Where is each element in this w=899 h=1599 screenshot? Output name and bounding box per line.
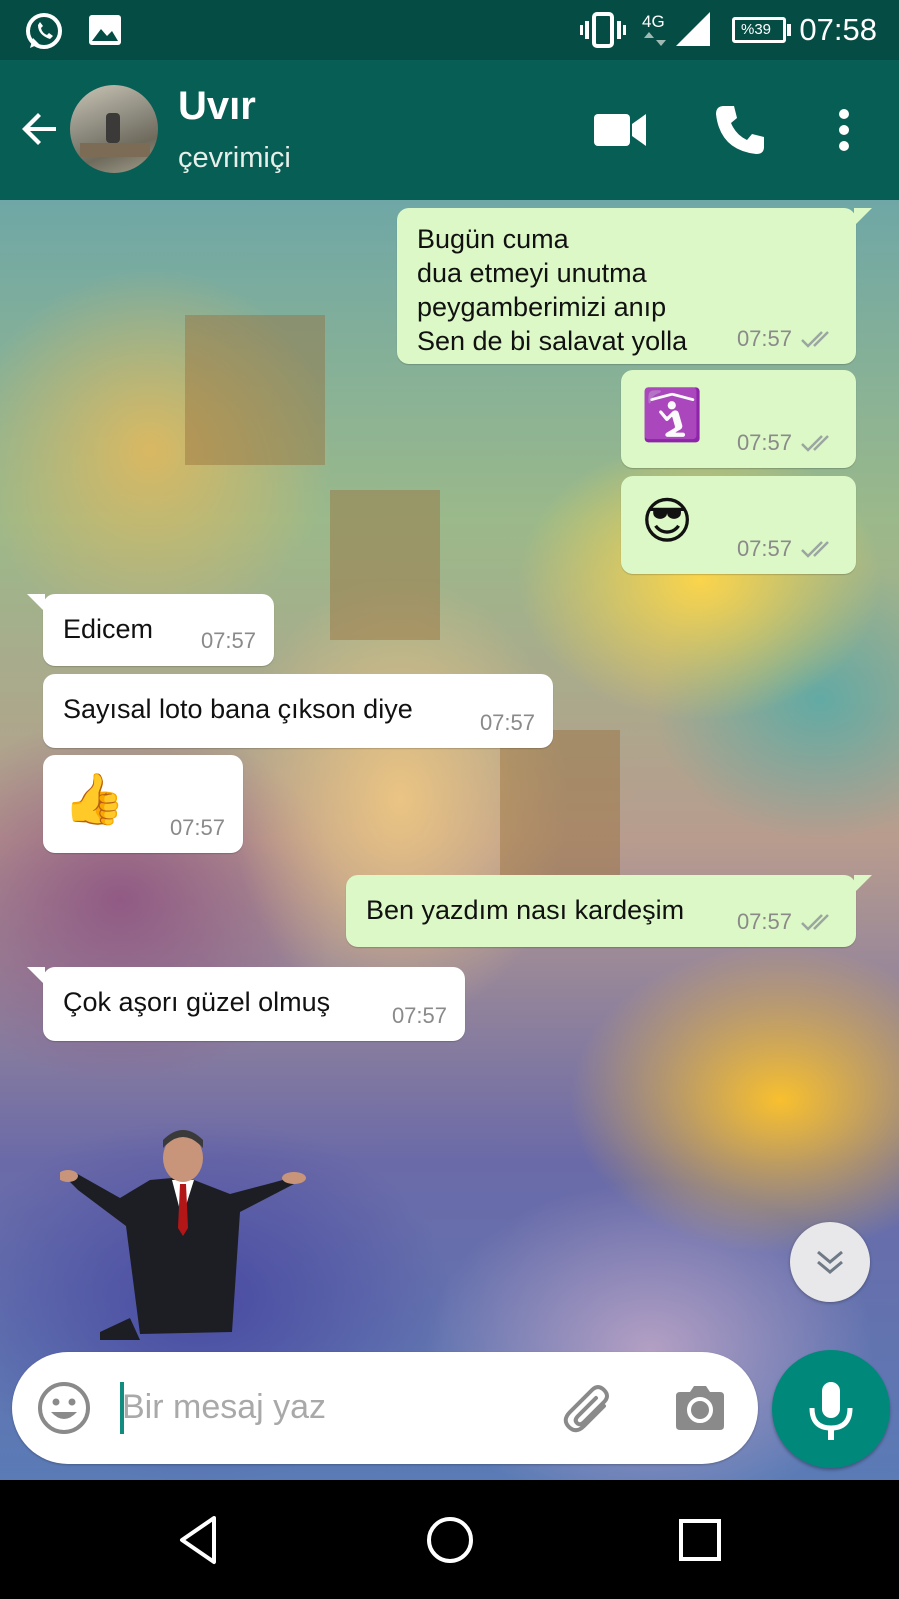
- message-composer: Bir mesaj yaz: [12, 1352, 758, 1464]
- data-arrows-icon: [644, 32, 666, 46]
- sticker-image[interactable]: [60, 1118, 360, 1342]
- bubble-tail: [854, 208, 872, 226]
- message-time: 07:57: [169, 815, 225, 840]
- message-emoji: 😎: [641, 493, 694, 549]
- nav-back-icon[interactable]: [170, 1510, 230, 1570]
- message-time: 07:57: [479, 710, 535, 735]
- message-text: Ben yazdım nası kardeşim: [366, 895, 685, 925]
- bubble-tail: [27, 967, 45, 985]
- double-check-icon: [801, 435, 829, 452]
- message-meta: 07:57: [737, 909, 838, 935]
- message-meta: 07:57: [480, 710, 535, 736]
- status-bar: 4G %39 07:58: [0, 0, 899, 60]
- video-call-icon[interactable]: [590, 100, 650, 160]
- message-bubble-incoming[interactable]: Edicem 07:57: [27, 594, 274, 666]
- camera-icon[interactable]: [674, 1382, 726, 1434]
- wallpaper-temple: [500, 730, 620, 890]
- message-text: Çok aşorı güzel olmuş: [63, 987, 331, 1017]
- message-time: 07:57: [200, 628, 256, 653]
- wallpaper-temple: [330, 490, 440, 640]
- message-meta: 07:57: [737, 430, 838, 456]
- message-meta: 07:57: [170, 815, 225, 841]
- gallery-icon: [89, 15, 121, 45]
- message-meta: 07:57: [201, 628, 256, 654]
- message-bubble-outgoing[interactable]: 🛐 07:57: [621, 370, 856, 468]
- battery-icon: %39: [732, 17, 786, 43]
- battery-tip: [787, 24, 791, 36]
- contact-status: çevrimiçi: [178, 142, 291, 174]
- message-emoji: 👍: [63, 771, 126, 827]
- double-check-icon: [801, 914, 829, 931]
- vibrate-icon: [580, 12, 626, 48]
- message-bubble-outgoing[interactable]: 😎 07:57: [621, 476, 856, 574]
- emoji-icon[interactable]: [36, 1380, 92, 1436]
- voice-message-button[interactable]: [772, 1350, 890, 1468]
- double-check-icon: [801, 541, 829, 558]
- back-arrow-icon[interactable]: [16, 105, 64, 153]
- whatsapp-icon: [26, 13, 62, 49]
- phone-icon[interactable]: [710, 100, 770, 160]
- chevron-double-down-icon: [817, 1250, 843, 1274]
- more-vert-icon[interactable]: [814, 100, 874, 160]
- message-bubble-incoming[interactable]: Çok aşorı güzel olmuş 07:57: [27, 967, 465, 1041]
- network-type: 4G: [642, 12, 665, 31]
- message-text: Sayısal loto bana çıkson diye: [63, 694, 413, 724]
- signal-icon: [676, 12, 710, 46]
- message-time: 07:57: [391, 1003, 447, 1028]
- message-time: 07:57: [736, 536, 792, 561]
- message-time: 07:57: [736, 430, 792, 455]
- contact-name[interactable]: Uvır: [178, 84, 256, 129]
- chat-area[interactable]: Bugün cuma dua etmeyi unutma peygamberim…: [0, 200, 899, 1480]
- mic-icon: [809, 1382, 853, 1440]
- avatar[interactable]: [70, 85, 158, 173]
- attach-icon[interactable]: [560, 1380, 616, 1436]
- message-bubble-outgoing[interactable]: Ben yazdım nası kardeşim 07:57: [346, 875, 872, 947]
- wallpaper-temple: [185, 315, 325, 465]
- message-meta: 07:57: [737, 326, 838, 352]
- double-check-icon: [801, 331, 829, 348]
- bubble-tail: [27, 594, 45, 612]
- message-input[interactable]: Bir mesaj yaz: [122, 1388, 326, 1427]
- message-emoji: 🛐: [641, 387, 704, 443]
- nav-home-icon[interactable]: [420, 1510, 480, 1570]
- message-bubble-incoming[interactable]: 👍 07:57: [43, 755, 243, 853]
- scroll-to-bottom-button[interactable]: [790, 1222, 870, 1302]
- message-time: 07:57: [736, 909, 792, 934]
- message-bubble-incoming[interactable]: Sayısal loto bana çıkson diye 07:57: [43, 674, 553, 748]
- system-nav-bar: [0, 1480, 899, 1599]
- message-text: Bugün cuma dua etmeyi unutma peygamberim…: [417, 224, 688, 356]
- battery-level: %39: [741, 21, 772, 38]
- message-meta: 07:57: [737, 536, 838, 562]
- message-time: 07:57: [736, 326, 792, 351]
- message-text: Edicem: [63, 614, 154, 644]
- nav-recents-icon[interactable]: [670, 1510, 730, 1570]
- clock: 07:58: [799, 12, 877, 47]
- chat-header: Uvır çevrimiçi: [0, 60, 899, 200]
- message-meta: 07:57: [392, 1003, 447, 1029]
- message-bubble-outgoing[interactable]: Bugün cuma dua etmeyi unutma peygamberim…: [397, 208, 872, 364]
- bubble-tail: [854, 875, 872, 893]
